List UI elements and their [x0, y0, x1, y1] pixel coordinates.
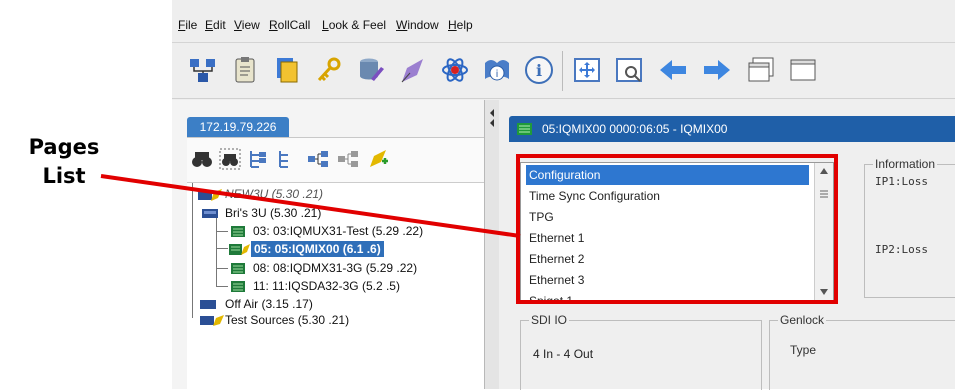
- tree-node-label: NEW3U (5.30 .21): [225, 187, 324, 201]
- tab-network-address[interactable]: 172.19.79.226: [187, 117, 289, 137]
- split-pane-divider[interactable]: [485, 100, 499, 389]
- ip1-status: IP1:Loss: [875, 175, 928, 188]
- frame-icon: [200, 300, 216, 309]
- svg-text:i: i: [536, 61, 542, 80]
- genlock-type-label: Type: [790, 343, 817, 357]
- tree-node-card-08[interactable]: 08: 08:IQDMX31-3G (5.29 .22): [187, 260, 484, 276]
- pages-list-callout: Pages List: [14, 133, 114, 191]
- device-title: 05:IQMIX00 0000:06:05 - IQMIX00: [542, 122, 728, 136]
- window-icon[interactable]: [746, 55, 776, 85]
- network-tree: NEW3U (5.30 .21) Bri's 3U (5.30 .21) 03:…: [187, 182, 484, 390]
- tree-toolbar: [187, 137, 484, 182]
- database-icon[interactable]: [356, 55, 386, 85]
- fit-screen-icon[interactable]: [572, 55, 602, 85]
- frame-icon: [200, 315, 224, 326]
- toolbar-separator: [562, 51, 563, 91]
- card-icon: [229, 244, 250, 255]
- tree-node-card-03[interactable]: 03: 03:IQMUX31-Test (5.29 .22): [187, 223, 484, 239]
- callout-line1: Pages: [28, 135, 100, 159]
- tree-node-off-air[interactable]: Off Air (3.15 .17): [187, 296, 484, 312]
- tree-node-label: 08: 08:IQDMX31-3G (5.29 .22): [253, 261, 418, 275]
- tree-node-card-11[interactable]: 11: 11:IQSDA32-3G (5.2 .5): [187, 278, 484, 294]
- document-stack-icon[interactable]: [272, 55, 302, 85]
- tree-node-label: 03: 03:IQMUX31-Test (5.29 .22): [253, 224, 424, 238]
- menu-rollcall[interactable]: RollCall: [269, 18, 310, 32]
- ip2-status: IP2:Loss: [875, 243, 928, 256]
- info-page-icon[interactable]: i: [482, 55, 512, 85]
- tree-node-bris-3u[interactable]: Bri's 3U (5.30 .21): [187, 205, 484, 221]
- clipboard-icon[interactable]: [230, 55, 260, 85]
- sdi-io-value: 4 In - 4 Out: [533, 347, 594, 361]
- menu-look-feel[interactable]: Look & Feel: [322, 18, 386, 32]
- tree-node-label: Bri's 3U (5.30 .21): [225, 206, 322, 220]
- card-icon: [231, 263, 245, 274]
- pages-list-highlight: [516, 154, 838, 304]
- callout-line2: List: [42, 164, 86, 188]
- information-title: Information: [873, 157, 938, 171]
- information-group: Information IP1:Loss IP2:Loss: [864, 157, 955, 298]
- pen-icon[interactable]: [398, 55, 428, 85]
- tree-node-label: 11: 11:IQSDA32-3G (5.2 .5): [253, 279, 400, 293]
- binoculars-icon[interactable]: [191, 148, 213, 170]
- menu-edit[interactable]: Edit: [205, 18, 226, 32]
- genlock-group: Genlock Type: [769, 313, 955, 390]
- frame-icon: [202, 209, 218, 218]
- tree-node-label: Off Air (3.15 .17): [225, 297, 313, 311]
- frame-icon: [198, 189, 222, 201]
- tree-node-card-05[interactable]: 05: 05:IQMIX00 (6.1 .6): [187, 241, 484, 257]
- genlock-title: Genlock: [778, 313, 827, 327]
- sdi-io-title: SDI IO: [529, 313, 570, 327]
- main-toolbar: i i: [172, 43, 955, 99]
- menu-bar: File Edit View RollCall Look & Feel Wind…: [172, 0, 955, 43]
- menu-help[interactable]: Help: [448, 18, 473, 32]
- tree-node-label: 05: 05:IQMIX00 (6.1 .6): [251, 241, 384, 257]
- menu-view[interactable]: View: [234, 18, 260, 32]
- tree-expand-icon[interactable]: [247, 148, 269, 170]
- add-pen-icon[interactable]: [367, 148, 389, 170]
- svg-text:i: i: [496, 69, 499, 80]
- network-unlink-icon[interactable]: [337, 148, 359, 170]
- menu-file[interactable]: File: [178, 18, 197, 32]
- network-icon[interactable]: [188, 55, 218, 85]
- panel-icon[interactable]: [788, 55, 818, 85]
- device-title-bar: 05:IQMIX00 0000:06:05 - IQMIX00: [509, 116, 955, 142]
- card-icon: [231, 281, 245, 292]
- tree-node-label: Test Sources (5.30 .21): [225, 313, 350, 327]
- binoculars-select-icon[interactable]: [219, 148, 241, 170]
- collapse-arrows-icon[interactable]: [488, 108, 496, 128]
- atom-icon[interactable]: [440, 55, 470, 85]
- sdi-io-group: SDI IO 4 In - 4 Out: [520, 313, 762, 390]
- info-circle-icon[interactable]: i: [524, 55, 554, 85]
- arrow-right-icon[interactable]: [702, 55, 732, 85]
- keys-icon[interactable]: [314, 55, 344, 85]
- card-icon: [517, 123, 532, 135]
- network-link-icon[interactable]: [307, 148, 329, 170]
- network-tree-pane: 172.19.79.226 NEW3U (5.30 .21) Bri's 3U …: [172, 100, 485, 390]
- tree-node-test-sources[interactable]: Test Sources (5.30 .21): [187, 312, 484, 328]
- zoom-page-icon[interactable]: [614, 55, 644, 85]
- menu-window[interactable]: Window: [396, 18, 439, 32]
- tree-collapse-icon[interactable]: [275, 148, 297, 170]
- tree-node-new3u[interactable]: NEW3U (5.30 .21): [187, 186, 484, 202]
- card-icon: [231, 226, 245, 237]
- arrow-left-icon[interactable]: [658, 55, 688, 85]
